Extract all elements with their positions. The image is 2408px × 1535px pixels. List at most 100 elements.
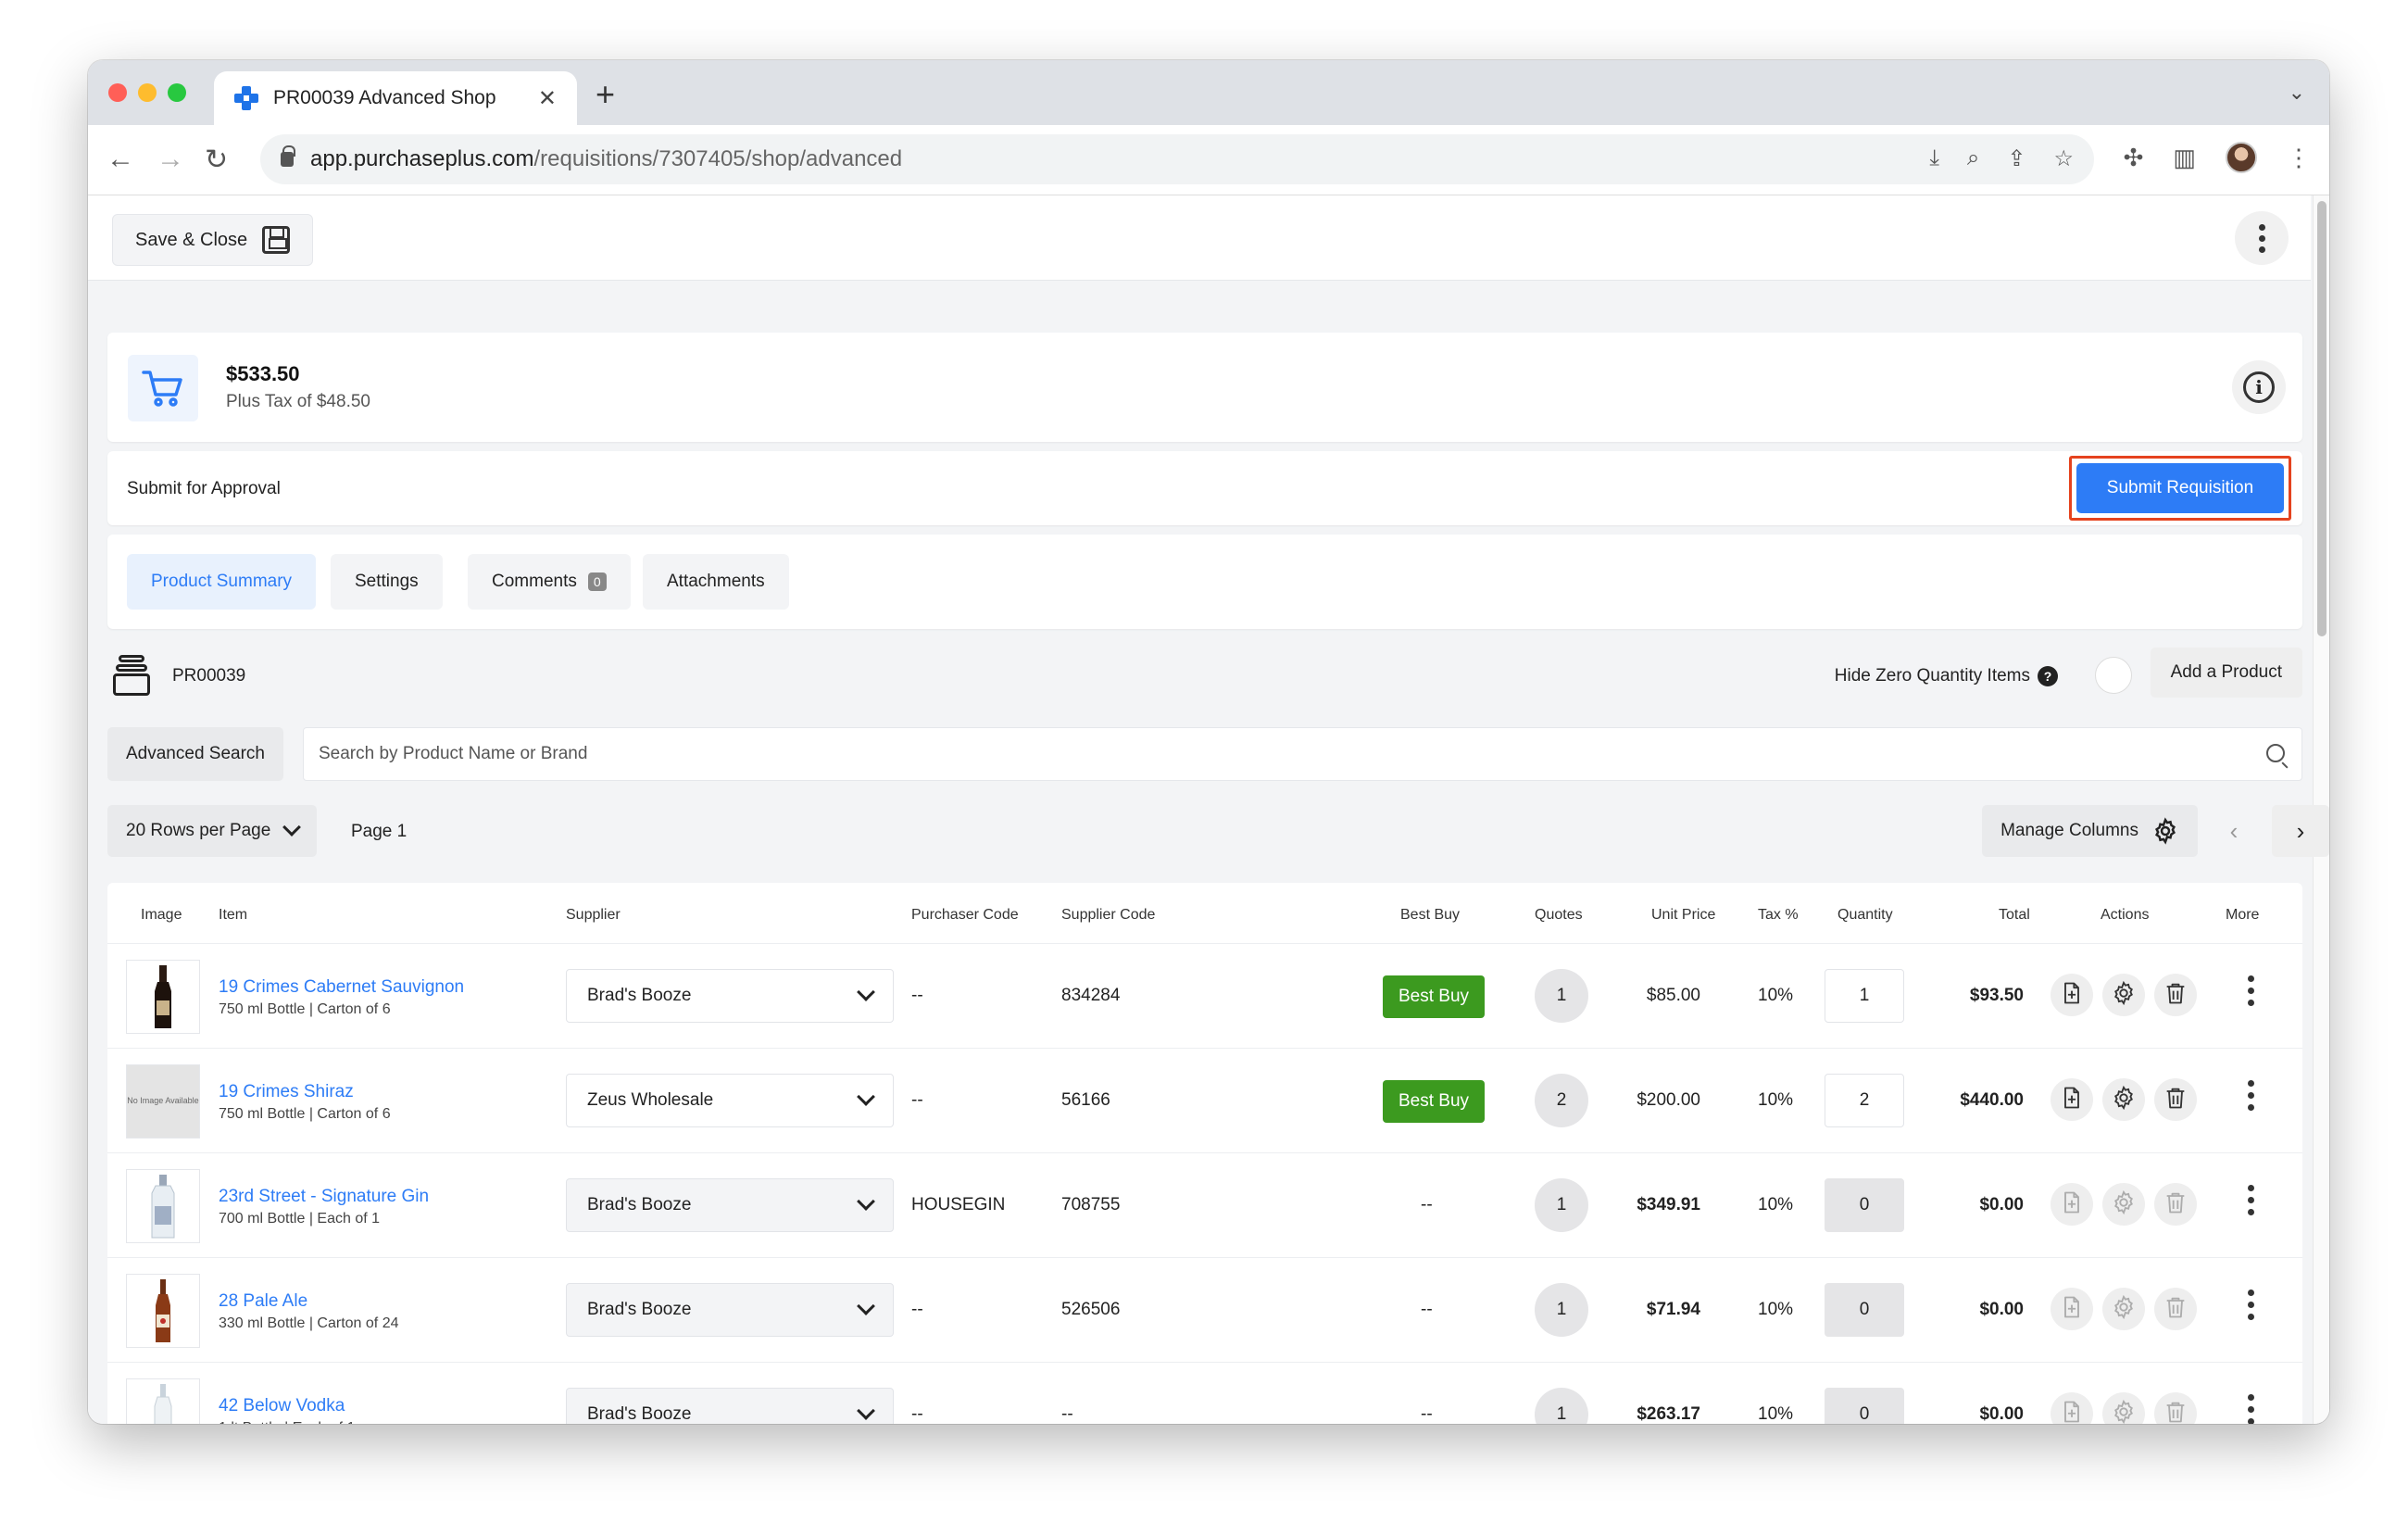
tab-strip: PR00039 Advanced Shop ✕ + ⌄ [88,60,2329,125]
row-more-options-button[interactable] [2248,1394,2254,1424]
minimize-window-button[interactable] [138,83,157,102]
next-page-button[interactable]: › [2272,805,2329,857]
previous-page-button[interactable]: ‹ [2205,805,2263,857]
tab-attachments[interactable]: Attachments [643,554,789,610]
add-note-button[interactable] [2051,1078,2093,1121]
product-name-link[interactable]: 19 Crimes Cabernet Sauvignon [219,977,464,998]
profile-avatar[interactable] [2226,142,2257,173]
close-window-button[interactable] [108,83,127,102]
delete-line-button[interactable] [2154,1392,2197,1424]
table-row: 28 Pale Ale 330 ml Bottle | Carton of 24… [107,1258,2302,1363]
new-tab-button[interactable]: + [596,75,615,114]
quotes-count-button[interactable]: 1 [1535,1178,1588,1232]
search-icon[interactable] [2266,744,2285,762]
tab-label: Product Summary [151,572,293,591]
line-settings-button[interactable] [2102,1183,2145,1226]
best-buy-empty: -- [1421,1300,1433,1319]
side-panel-icon[interactable]: ▥ [2173,144,2196,172]
tab-comments[interactable]: Comments 0 [468,554,631,610]
row-more-options-button[interactable] [2248,1080,2254,1111]
trash-icon [2163,980,2189,1011]
trash-icon [2163,1189,2189,1220]
row-more-options-button[interactable] [2248,975,2254,1006]
product-name-link[interactable]: 23rd Street - Signature Gin [219,1187,429,1207]
quantity-input[interactable]: 0 [1825,1178,1904,1232]
scroll-thumb[interactable] [2317,201,2326,636]
forward-arrow-icon[interactable]: → [157,144,184,175]
add-note-button[interactable] [2051,1288,2093,1330]
delete-line-button[interactable] [2154,1078,2197,1121]
header-more: More [2226,907,2260,923]
manage-columns-label: Manage Columns [2000,821,2138,840]
browser-tab[interactable]: PR00039 Advanced Shop ✕ [214,71,577,125]
install-app-icon[interactable]: ⤓ [1929,145,1939,172]
tab-close-icon[interactable]: ✕ [538,85,557,112]
submit-requisition-button[interactable]: Submit Requisition [2076,463,2284,513]
product-name-link[interactable]: 19 Crimes Shiraz [219,1082,354,1102]
product-description: 750 ml Bottle | Carton of 6 [219,1001,391,1017]
quotes-count-button[interactable]: 2 [1535,1074,1588,1127]
add-note-button[interactable] [2051,1392,2093,1424]
browser-menu-icon[interactable]: ⋮ [2287,144,2311,172]
supplier-select[interactable]: Brad's Booze [566,1283,894,1337]
zoom-icon[interactable]: ⌕ [1967,145,1979,172]
line-settings-button[interactable] [2102,1288,2145,1330]
hide-zero-text: Hide Zero Quantity Items [1834,666,2030,686]
row-more-options-button[interactable] [2248,1185,2254,1215]
quotes-count-button[interactable]: 1 [1535,1283,1588,1337]
gear-icon [2111,1189,2137,1220]
row-more-options-button[interactable] [2248,1290,2254,1320]
search-input[interactable] [304,728,2301,780]
tab-product-summary[interactable]: Product Summary [127,554,317,610]
product-name-link[interactable]: 28 Pale Ale [219,1291,307,1312]
tab-settings[interactable]: Settings [331,554,443,610]
add-product-button[interactable]: Add a Product [2150,648,2302,698]
maximize-window-button[interactable] [168,83,186,102]
quantity-input[interactable]: 1 [1825,969,1904,1023]
line-settings-button[interactable] [2102,1078,2145,1121]
rows-per-page-select[interactable]: 20 Rows per Page [107,805,318,857]
info-button[interactable]: i [2232,360,2286,414]
line-total: $440.00 [1960,1090,2024,1110]
product-name-link[interactable]: 42 Below Vodka [219,1396,345,1416]
supplier-select[interactable]: Brad's Booze [566,969,894,1023]
line-settings-button[interactable] [2102,974,2145,1016]
unit-price: $263.17 [1637,1404,1700,1424]
bookmark-star-icon[interactable]: ☆ [2053,145,2074,172]
address-bar[interactable]: app.purchaseplus.com/requisitions/730740… [260,134,2094,184]
reload-icon[interactable]: ↻ [205,144,228,176]
header-supplier: Supplier [566,907,621,923]
add-note-button[interactable] [2051,974,2093,1016]
supplier-select[interactable]: Brad's Booze [566,1178,894,1232]
document-plus-icon [2059,1399,2085,1425]
quotes-count-button[interactable]: 1 [1535,969,1588,1023]
supplier-select[interactable]: Zeus Wholesale [566,1074,894,1127]
header-quotes: Quotes [1535,907,1583,923]
trash-icon [2163,1399,2189,1425]
save-close-button[interactable]: Save & Close [112,214,314,266]
product-description: 1 lt Bottle | Each of 1 [219,1420,355,1424]
delete-line-button[interactable] [2154,974,2197,1016]
line-total: $0.00 [1979,1404,2024,1424]
extensions-puzzle-icon[interactable]: ✣ [2124,144,2144,172]
hide-zero-toggle[interactable] [2095,657,2132,694]
supplier-select[interactable]: Brad's Booze [566,1388,894,1424]
help-icon[interactable]: ? [2038,666,2058,686]
back-arrow-icon[interactable]: ← [107,144,134,175]
url-text: app.purchaseplus.com/requisitions/730740… [310,146,903,171]
quotes-count-button[interactable]: 1 [1535,1388,1588,1424]
manage-columns-button[interactable]: Manage Columns [1982,805,2198,857]
add-note-button[interactable] [2051,1183,2093,1226]
delete-line-button[interactable] [2154,1288,2197,1330]
share-icon[interactable]: ⇪ [2007,145,2025,172]
page-more-options-button[interactable] [2235,211,2289,265]
quantity-input[interactable]: 0 [1825,1388,1904,1424]
tab-search-chevron-icon[interactable]: ⌄ [2289,81,2305,105]
table-row: 23rd Street - Signature Gin 700 ml Bottl… [107,1153,2302,1258]
delete-line-button[interactable] [2154,1183,2197,1226]
line-settings-button[interactable] [2102,1392,2145,1424]
quantity-input[interactable]: 0 [1825,1283,1904,1337]
trash-icon [2163,1294,2189,1325]
advanced-search-button[interactable]: Advanced Search [107,727,283,781]
quantity-input[interactable]: 2 [1825,1074,1904,1127]
